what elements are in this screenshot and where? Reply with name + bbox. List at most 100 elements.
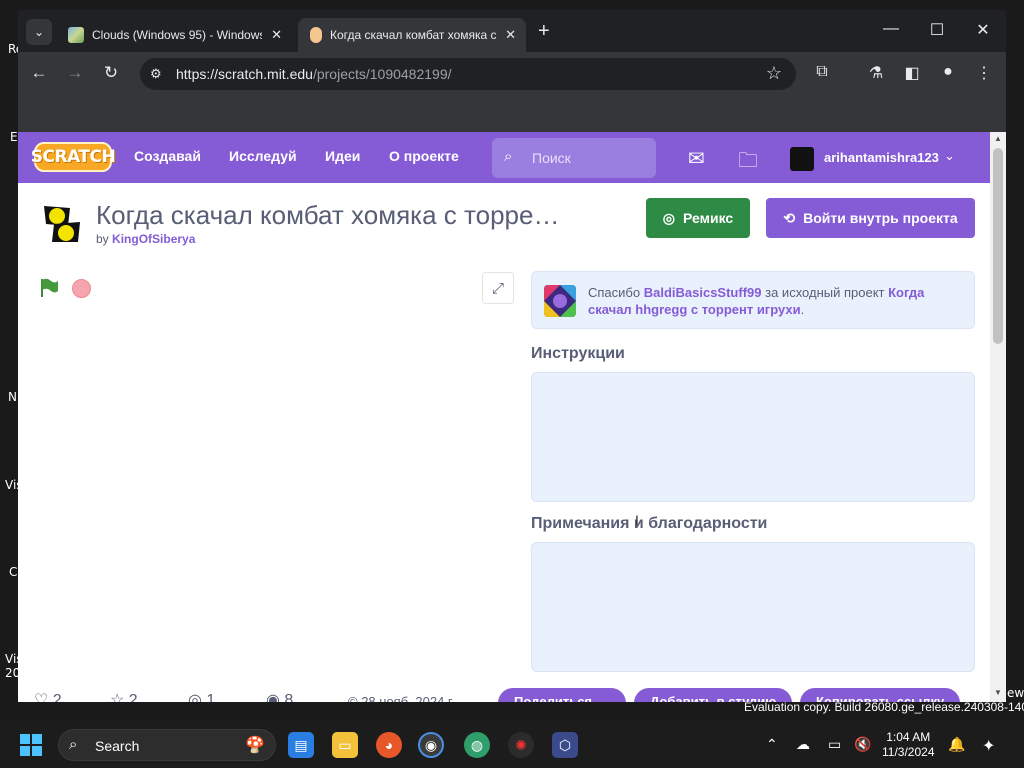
tab-strip: ⌄ Clouds (Windows 95) - Windows ✕ Когда … xyxy=(18,10,1006,52)
bookmark-star-icon[interactable]: ☆ xyxy=(766,63,782,84)
remix-label: Ремикс xyxy=(683,210,734,226)
desktop-icon-label[interactable]: N xyxy=(8,390,17,404)
tab-title: Когда скачал комбат хомяка с торрент xyxy=(330,28,500,42)
clock-time: 1:04 AM xyxy=(886,730,931,744)
clock-date: 11/3/2024 xyxy=(882,745,935,759)
start-button[interactable] xyxy=(20,734,42,756)
red-app-icon[interactable]: ✺ xyxy=(508,732,534,758)
author-link[interactable]: KingOfSiberya xyxy=(112,232,195,246)
credit-suffix: . xyxy=(800,302,805,317)
forward-button[interactable]: → xyxy=(64,63,86,83)
page-scrollbar[interactable]: ▲ ▼ xyxy=(990,132,1006,702)
desktop: Re E N Vis C Vis 20 ew ⌄ Clouds (Windows… xyxy=(0,0,1024,768)
by-label: by xyxy=(96,232,109,246)
tab-scratch-project[interactable]: Когда скачал комбат хомяка с торрент ✕ xyxy=(298,18,526,52)
credit-text: Спасибо BaldiBasicsStuff99 за исходный п… xyxy=(588,284,964,318)
my-stuff-folder-icon[interactable]: 🗀 xyxy=(738,146,758,180)
minimize-button[interactable]: — xyxy=(876,20,906,38)
nav-about[interactable]: О проекте xyxy=(389,148,459,164)
file-app-icon[interactable]: ▤ xyxy=(288,732,314,758)
stop-button[interactable] xyxy=(72,279,91,298)
nav-create[interactable]: Создавай xyxy=(134,148,201,164)
love-value: 2 xyxy=(52,692,62,702)
favorite-count[interactable]: ☆ 2 xyxy=(110,690,138,702)
share-button[interactable]: Поделиться xyxy=(498,688,626,702)
close-tab-icon[interactable]: ✕ xyxy=(271,27,282,43)
scrollbar-thumb[interactable] xyxy=(993,148,1003,344)
remix-count: ◎ 1 xyxy=(188,690,215,702)
menu-kebab-icon[interactable]: ⋮ xyxy=(972,63,996,83)
page-title: Когда скачал комбат хомяка с торре… xyxy=(96,200,560,230)
scratch-logo[interactable]: SCRATCH xyxy=(31,142,116,172)
remix-credit: Спасибо BaldiBasicsStuff99 за исходный п… xyxy=(531,271,975,329)
desktop-icon-label[interactable]: E xyxy=(10,130,18,144)
love-count[interactable]: ♡ 2 xyxy=(34,690,62,702)
remix-icon: ◎ xyxy=(662,209,676,226)
tab-clouds[interactable]: Clouds (Windows 95) - Windows ✕ xyxy=(56,18,292,52)
fullscreen-icon[interactable]: ⤢ xyxy=(482,272,514,304)
tab-favicon-icon xyxy=(68,27,84,43)
close-tab-icon[interactable]: ✕ xyxy=(505,27,516,43)
browser-toolbar: ← → ↻ ⚙ https://scratch.mit.edu/projects… xyxy=(18,52,1006,96)
url-text[interactable]: https://scratch.mit.edu/projects/1090482… xyxy=(176,66,452,82)
back-button[interactable]: ← xyxy=(28,63,50,83)
file-explorer-icon[interactable]: ▭ xyxy=(332,732,358,758)
original-author-avatar[interactable] xyxy=(544,285,576,317)
project-date: © 28 нояб. 2024 г. xyxy=(348,694,455,702)
author-avatar[interactable] xyxy=(40,204,82,244)
new-tab-button[interactable]: + xyxy=(538,20,550,43)
labs-flask-icon[interactable]: ⚗ xyxy=(864,63,888,83)
bookmarks-bar xyxy=(18,96,1006,132)
nav-explore[interactable]: Исследуй xyxy=(229,148,297,164)
search-input[interactable]: ⌕ Поиск xyxy=(492,138,656,178)
scratch-favicon-icon xyxy=(310,27,322,43)
side-panel-icon[interactable]: ◧ xyxy=(900,63,924,83)
view-count: ◉ 8 xyxy=(266,690,293,702)
app-hex-icon[interactable]: ⬡ xyxy=(552,732,578,758)
notification-bell-icon[interactable]: 🔔 xyxy=(948,736,965,753)
credit-user-link[interactable]: BaldiBasicsStuff99 xyxy=(644,285,762,300)
browser-app-icon[interactable]: ◍ xyxy=(464,732,490,758)
profile-icon[interactable]: ● xyxy=(936,63,960,81)
network-off-icon[interactable]: ☁ xyxy=(796,736,810,753)
address-bar[interactable]: ⚙ https://scratch.mit.edu/projects/10904… xyxy=(140,58,796,90)
view-value: 8 xyxy=(284,692,294,702)
notes-box xyxy=(531,542,975,672)
scroll-up-icon[interactable]: ▲ xyxy=(994,134,1002,143)
browser-window: ⌄ Clouds (Windows 95) - Windows ✕ Когда … xyxy=(18,10,1006,702)
tab-title: Clouds (Windows 95) - Windows xyxy=(92,28,262,42)
display-icon[interactable]: ▭ xyxy=(828,736,841,753)
avatar[interactable] xyxy=(790,147,814,171)
clock[interactable]: 1:04 AM 11/3/2024 xyxy=(882,730,935,760)
messages-icon[interactable]: ✉ xyxy=(688,146,705,171)
taskbar-search[interactable]: ⌕ Search 🍄 xyxy=(58,729,276,761)
search-highlight-icon: 🍄 xyxy=(245,737,265,754)
chevron-down-icon[interactable]: ⌄ xyxy=(944,148,955,164)
copilot-icon[interactable]: ✦ xyxy=(982,736,995,756)
site-info-icon[interactable]: ⚙ xyxy=(150,66,162,82)
maximize-button[interactable]: ☐ xyxy=(922,20,952,40)
evaluation-watermark: Evaluation copy. Build 26080.ge_release.… xyxy=(744,700,1024,714)
see-inside-label: Войти внутрь проекта xyxy=(803,210,958,226)
firefox-icon[interactable]: ◕ xyxy=(376,732,402,758)
chevron-up-icon[interactable]: ⌃ xyxy=(766,736,778,753)
tab-search-button[interactable]: ⌄ xyxy=(26,19,52,45)
nav-ideas[interactable]: Идеи xyxy=(325,148,360,164)
chrome-icon[interactable]: ◉ xyxy=(418,732,444,758)
close-window-button[interactable]: ✕ xyxy=(968,20,998,40)
scroll-down-icon[interactable]: ▼ xyxy=(994,688,1002,697)
desktop-icon-label[interactable]: C xyxy=(9,565,17,579)
extensions-icon[interactable]: ⧉ xyxy=(810,63,834,81)
desktop-icon-label[interactable]: ew xyxy=(1007,686,1024,700)
username[interactable]: arihantamishra123 xyxy=(824,150,939,165)
remix-button[interactable]: ◎ Ремикс xyxy=(646,198,750,238)
green-flag-icon[interactable] xyxy=(38,277,60,299)
see-inside-button[interactable]: ⟲ Войти внутрь проекта xyxy=(766,198,975,238)
reload-button[interactable]: ↻ xyxy=(100,63,122,83)
desktop-icon-label[interactable]: Vis 20 xyxy=(5,652,23,680)
volume-muted-icon[interactable]: 🔇 xyxy=(854,736,871,753)
remix-value: 1 xyxy=(206,692,216,702)
url-path: /projects/1090482199/ xyxy=(312,66,452,82)
search-icon: ⌕ xyxy=(69,736,78,753)
text-cursor-icon: I xyxy=(635,512,639,528)
